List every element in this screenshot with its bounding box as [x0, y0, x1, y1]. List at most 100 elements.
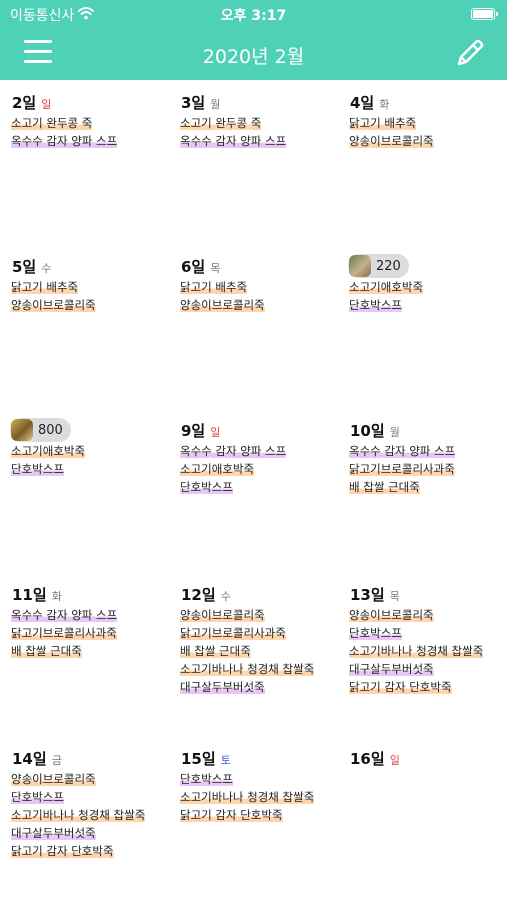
meal-item[interactable]: 배 찹쌀 근대죽	[11, 644, 82, 658]
meal-list: 양송이브로콜리죽닭고기브로콜리사과죽배 찹쌀 근대죽소고기바나나 청경채 찹쌀죽…	[180, 608, 315, 698]
meal-list: 양송이브로콜리죽단호박스프소고기바나나 청경채 찹쌀죽대구살두부버섯죽닭고기 감…	[349, 608, 484, 698]
meal-item[interactable]: 옥수수 감자 양파 스프	[180, 444, 287, 458]
day-header: 3일 월	[181, 92, 220, 112]
meal-item[interactable]: 단호박스프	[180, 480, 233, 494]
meal-item[interactable]: 양송이브로콜리죽	[180, 608, 265, 622]
calendar-grid: 2일 일 소고기 완두콩 죽 옥수수 감자 양파 스프 3일 월 소고기 완두콩 죽 옥수수 …	[0, 80, 507, 900]
weekday-label: 목	[210, 262, 221, 275]
day-cell[interactable]: 3일 월소고기 완두콩 죽옥수수 감자 양파 스프	[169, 80, 338, 244]
day-header: 11일 화	[12, 584, 62, 604]
day-number: 13일	[350, 586, 385, 604]
meal-item[interactable]: 닭고기 감자 단호박죽	[180, 808, 283, 822]
meal-list: 옥수수 감자 양파 스프닭고기브로콜리사과죽배 찹쌀 근대죽	[11, 608, 118, 662]
photo-badge[interactable]: 220	[348, 254, 409, 278]
status-bar: 이동통신사 오후 3:17	[0, 0, 507, 28]
meal-item[interactable]: 닭고기 감자 단호박죽	[349, 680, 452, 694]
day-cell[interactable]: 9일 일옥수수 감자 양파 스프소고기애호박죽단호박스프	[169, 408, 338, 572]
day-header: 9일 일	[181, 420, 220, 440]
meal-item[interactable]: 소고기바나나 청경채 찹쌀죽	[349, 644, 484, 658]
meal-item[interactable]: 대구살두부버섯죽	[180, 680, 265, 694]
meal-item[interactable]: 닭고기 배추죽	[349, 116, 417, 130]
weekday-label: 일	[210, 426, 221, 439]
meal-item[interactable]: 소고기애호박죽	[180, 462, 255, 476]
day-header: 14일 금	[12, 748, 62, 768]
day-cell[interactable]: 13일 목 양송이브로콜리죽 단호박스프 소고기바나나 청경채 찹쌀죽 대구살두부버섯죽 닭…	[338, 572, 507, 736]
day-number: 9일	[181, 422, 206, 440]
month-title: 2020년 2월	[202, 46, 305, 68]
meal-item[interactable]: 닭고기 감자 단호박죽	[11, 844, 114, 858]
meal-list: 단호박스프소고기바나나 청경채 찹쌀죽닭고기 감자 단호박죽	[180, 772, 315, 826]
meal-item[interactable]: 소고기 완두콩 죽	[11, 116, 93, 130]
day-number: 2일	[12, 94, 37, 112]
day-cell[interactable]: 4일 화 닭고기 배추죽 양송이브로콜리죽	[338, 80, 507, 244]
day-number: 10일	[350, 422, 385, 440]
photo-thumbnail	[11, 419, 33, 441]
meal-item[interactable]: 옥수수 감자 양파 스프	[11, 608, 118, 622]
badge-count: 800	[38, 422, 63, 438]
meal-item[interactable]: 단호박스프	[349, 298, 402, 312]
meal-item[interactable]: 양송이브로콜리죽	[11, 298, 96, 312]
day-number: 16일	[350, 750, 385, 768]
meal-item[interactable]: 양송이브로콜리죽	[11, 772, 96, 786]
meal-item[interactable]: 배 찹쌀 근대죽	[349, 480, 420, 494]
edit-button[interactable]	[453, 36, 487, 70]
meal-item[interactable]: 옥수수 감자 양파 스프	[180, 134, 287, 148]
day-number: 5일	[12, 258, 37, 276]
day-header: 5일 수	[12, 256, 51, 276]
meal-list: 양송이브로콜리죽단호박스프소고기바나나 청경채 찹쌀죽대구살두부버섯죽닭고기 감…	[11, 772, 146, 862]
day-cell[interactable]: 800 소고기애호박죽단호박스프	[0, 408, 169, 572]
day-cell[interactable]: 12일 수 양송이브로콜리죽 닭고기브로콜리사과죽 배 찹쌀 근대죽 소고기바나나 청경채…	[169, 572, 338, 736]
weekday-label: 수	[41, 262, 52, 275]
meal-item[interactable]: 양송이브로콜리죽	[180, 298, 265, 312]
meal-list: 닭고기 배추죽양송이브로콜리죽	[349, 116, 434, 152]
meal-item[interactable]: 배 찹쌀 근대죽	[180, 644, 251, 658]
meal-item[interactable]: 양송이브로콜리죽	[349, 608, 434, 622]
meal-item[interactable]: 닭고기 배추죽	[11, 280, 79, 294]
day-cell[interactable]: 5일 수닭고기 배추죽양송이브로콜리죽	[0, 244, 169, 408]
day-cell[interactable]: 14일 금양송이브로콜리죽단호박스프소고기바나나 청경채 찹쌀죽대구살두부버섯죽닭…	[0, 736, 169, 900]
day-cell[interactable]: 10일 월옥수수 감자 양파 스프닭고기브로콜리사과죽배 찹쌀 근대죽	[338, 408, 507, 572]
meal-list: 소고기애호박죽단호박스프	[349, 280, 424, 316]
day-cell[interactable]: 220 소고기애호박죽 단호박스프	[338, 244, 507, 408]
weekday-label: 월	[389, 426, 400, 439]
meal-list: 닭고기 배추죽양송이브로콜리죽	[180, 280, 265, 316]
day-header: 16일 일	[350, 748, 400, 768]
meal-item[interactable]: 닭고기브로콜리사과죽	[180, 626, 286, 640]
meal-item[interactable]: 닭고기 배추죽	[180, 280, 248, 294]
meal-item[interactable]: 단호박스프	[11, 790, 64, 804]
meal-item[interactable]: 닭고기브로콜리사과죽	[349, 462, 455, 476]
day-header: 10일 월	[350, 420, 400, 440]
meal-item[interactable]: 대구살두부버섯죽	[349, 662, 434, 676]
meal-item[interactable]: 단호박스프	[11, 462, 64, 476]
clock: 오후 3:17	[220, 8, 287, 24]
meal-item[interactable]: 소고기애호박죽	[11, 444, 86, 458]
meal-item[interactable]: 옥수수 감자 양파 스프	[11, 134, 118, 148]
day-number: 15일	[181, 750, 216, 768]
meal-item[interactable]: 닭고기브로콜리사과죽	[11, 626, 117, 640]
battery-icon	[471, 8, 498, 20]
weekday-label: 일	[389, 754, 400, 767]
weekday-label: 토	[220, 754, 231, 767]
day-cell[interactable]: 6일 목 닭고기 배추죽 양송이브로콜리죽	[169, 244, 338, 408]
meal-item[interactable]: 소고기바나나 청경채 찹쌀죽	[11, 808, 146, 822]
day-cell[interactable]: 15일 토단호박스프소고기바나나 청경채 찹쌀죽닭고기 감자 단호박죽	[169, 736, 338, 900]
day-cell[interactable]: 16일 일	[338, 736, 507, 900]
meal-item[interactable]: 소고기애호박죽	[349, 280, 424, 294]
photo-thumbnail	[349, 255, 371, 277]
meal-item[interactable]: 소고기바나나 청경채 찹쌀죽	[180, 790, 315, 804]
day-cell[interactable]: 2일 일 소고기 완두콩 죽 옥수수 감자 양파 스프	[0, 80, 169, 244]
day-number: 11일	[12, 586, 47, 604]
photo-badge[interactable]: 800	[10, 418, 71, 442]
meal-item[interactable]: 소고기 완두콩 죽	[180, 116, 262, 130]
day-number: 14일	[12, 750, 47, 768]
meal-item[interactable]: 단호박스프	[180, 772, 233, 786]
meal-item[interactable]: 대구살두부버섯죽	[11, 826, 96, 840]
day-header: 15일 토	[181, 748, 231, 768]
meal-item[interactable]: 양송이브로콜리죽	[349, 134, 434, 148]
meal-item[interactable]: 옥수수 감자 양파 스프	[349, 444, 456, 458]
meal-item[interactable]: 단호박스프	[349, 626, 402, 640]
meal-item[interactable]: 소고기바나나 청경채 찹쌀죽	[180, 662, 315, 676]
weekday-label: 화	[379, 98, 390, 111]
weekday-label: 월	[210, 98, 221, 111]
day-cell[interactable]: 11일 화옥수수 감자 양파 스프닭고기브로콜리사과죽배 찹쌀 근대죽	[0, 572, 169, 736]
